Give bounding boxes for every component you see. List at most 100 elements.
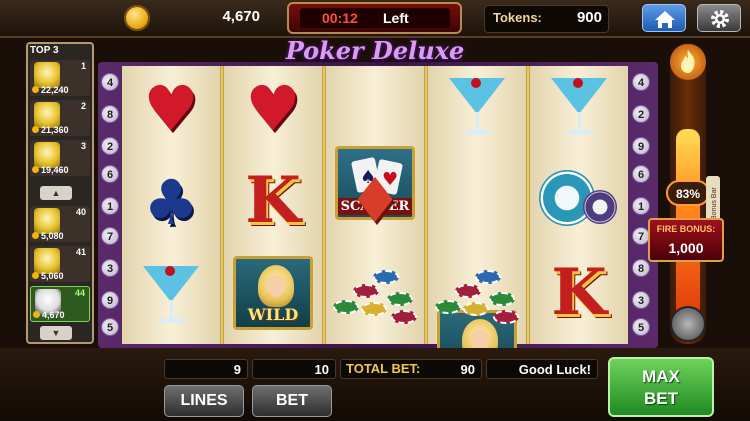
martini-stem [578,112,581,132]
reel-divider [526,66,530,344]
martini-base [463,130,493,135]
tokens-label: Tokens: [493,10,542,25]
coin-icon [32,272,39,279]
chip-icon [361,302,387,316]
cherry-icon [165,266,175,276]
payline-marker[interactable]: 1 [632,197,650,215]
lines-value: 9 [164,359,248,379]
leaderboard-entry[interactable]: 40 5,080 [30,206,90,242]
martini-stem [476,112,479,132]
leaderboard-title: TOP 3 [30,45,59,56]
timer-time: 00:12 [322,10,358,26]
spin-lever-knob[interactable] [670,306,706,342]
payline-marker[interactable]: 4 [101,73,119,91]
settings-button[interactable] [697,4,741,32]
cherry-icon [573,78,583,88]
chip-icon [387,292,413,306]
max-bet-button[interactable]: MAX BET [608,357,714,417]
fire-bonus-value: 1,000 [668,240,704,256]
bonus-bar-tab-text: Bonus Bar [711,187,718,220]
leaderboard-rank: 40 [75,207,86,217]
total-bet-value: 90 [460,362,475,377]
payline-marker[interactable]: 6 [632,165,650,183]
chip-icon [475,270,501,284]
bet-button[interactable]: BET [252,385,332,417]
gear-icon [711,10,729,28]
scroll-up-button[interactable]: ▲ [40,186,72,200]
chip-icon [333,300,359,314]
leaderboard-score: 19,460 [41,165,69,175]
lines-button[interactable]: LINES [164,385,244,417]
coin-icon [32,86,39,93]
fire-bonus-percent: 83% [666,180,710,206]
chip-icon [455,284,481,298]
chip-icon [373,270,399,284]
leaderboard-rank: 3 [80,141,86,151]
leaderboard-entry[interactable]: 1 22,240 [30,60,90,96]
heart-symbol: ♥ [131,72,211,146]
wild-symbol: WILD [233,256,313,330]
coin-icon [32,232,39,239]
reel-divider [424,66,428,344]
chip-icon [435,300,461,314]
martini-symbol [539,70,619,150]
max-bet-label-1: MAX [642,367,680,386]
home-button[interactable] [642,4,686,32]
payline-marker[interactable]: 2 [101,137,119,155]
bonus-bar-tab[interactable]: Bonus Bar [706,176,720,222]
payline-marker[interactable]: 8 [632,259,650,277]
scroll-down-button[interactable]: ▼ [40,326,72,340]
tokens-value: 900 [576,9,602,26]
chip-icon [353,284,379,298]
martini-symbol [131,258,211,338]
club-icon: ♣ [143,166,199,239]
payline-marker[interactable]: 9 [101,291,119,309]
game-title: Poker Deluxe [285,36,465,65]
martini-symbol [437,70,517,150]
wild-label: WILD [247,305,299,324]
payline-marker[interactable]: 6 [101,165,119,183]
chips-symbol [433,262,523,336]
cherry-icon [471,78,481,88]
payline-marker[interactable]: 8 [101,105,119,123]
leaderboard-entry-self[interactable]: 44 4,670 [30,286,90,322]
martini-stem [170,300,173,320]
king-letter: K [245,163,301,238]
payline-marker[interactable]: 1 [101,197,119,215]
club-symbol: ♣ [131,166,211,240]
payline-marker[interactable]: 5 [101,318,119,336]
coin-icon [124,5,150,31]
leaderboard-entry[interactable]: 3 19,460 [30,140,90,176]
chip-icon [489,292,515,306]
reel-divider [322,66,326,344]
martini-base [157,318,187,323]
payline-marker[interactable]: 5 [632,318,650,336]
poker-chip-symbol [539,166,619,240]
fire-bonus-badge[interactable] [670,44,706,80]
bet-value: 10 [252,359,336,379]
leaderboard-score: 4,670 [42,310,65,320]
heart-icon: ♥ [245,72,301,145]
coin-icon [32,166,39,173]
diamond-symbol: ♦ [335,164,415,238]
chips-symbol [331,262,421,336]
payline-marker[interactable]: 3 [632,291,650,309]
payline-marker[interactable]: 4 [632,73,650,91]
coin-icon [33,311,40,318]
payline-marker[interactable]: 9 [632,137,650,155]
leaderboard-rank: 1 [80,61,86,71]
payline-marker[interactable]: 2 [632,105,650,123]
king-letter: K [551,255,607,330]
payline-marker[interactable]: 7 [101,227,119,245]
leaderboard-score: 5,060 [41,271,64,281]
leaderboard-entry[interactable]: 2 21,360 [30,100,90,136]
martini-base [565,130,595,135]
coin-icon [32,126,39,133]
heart-icon: ♥ [143,72,199,145]
heart-symbol: ♥ [233,72,313,146]
leaderboard-score: 5,080 [41,231,64,241]
payline-marker[interactable]: 3 [101,259,119,277]
timer-label: Left [383,10,409,26]
leaderboard-entry[interactable]: 41 5,060 [30,246,90,282]
status-message: Good Luck! [486,359,598,379]
